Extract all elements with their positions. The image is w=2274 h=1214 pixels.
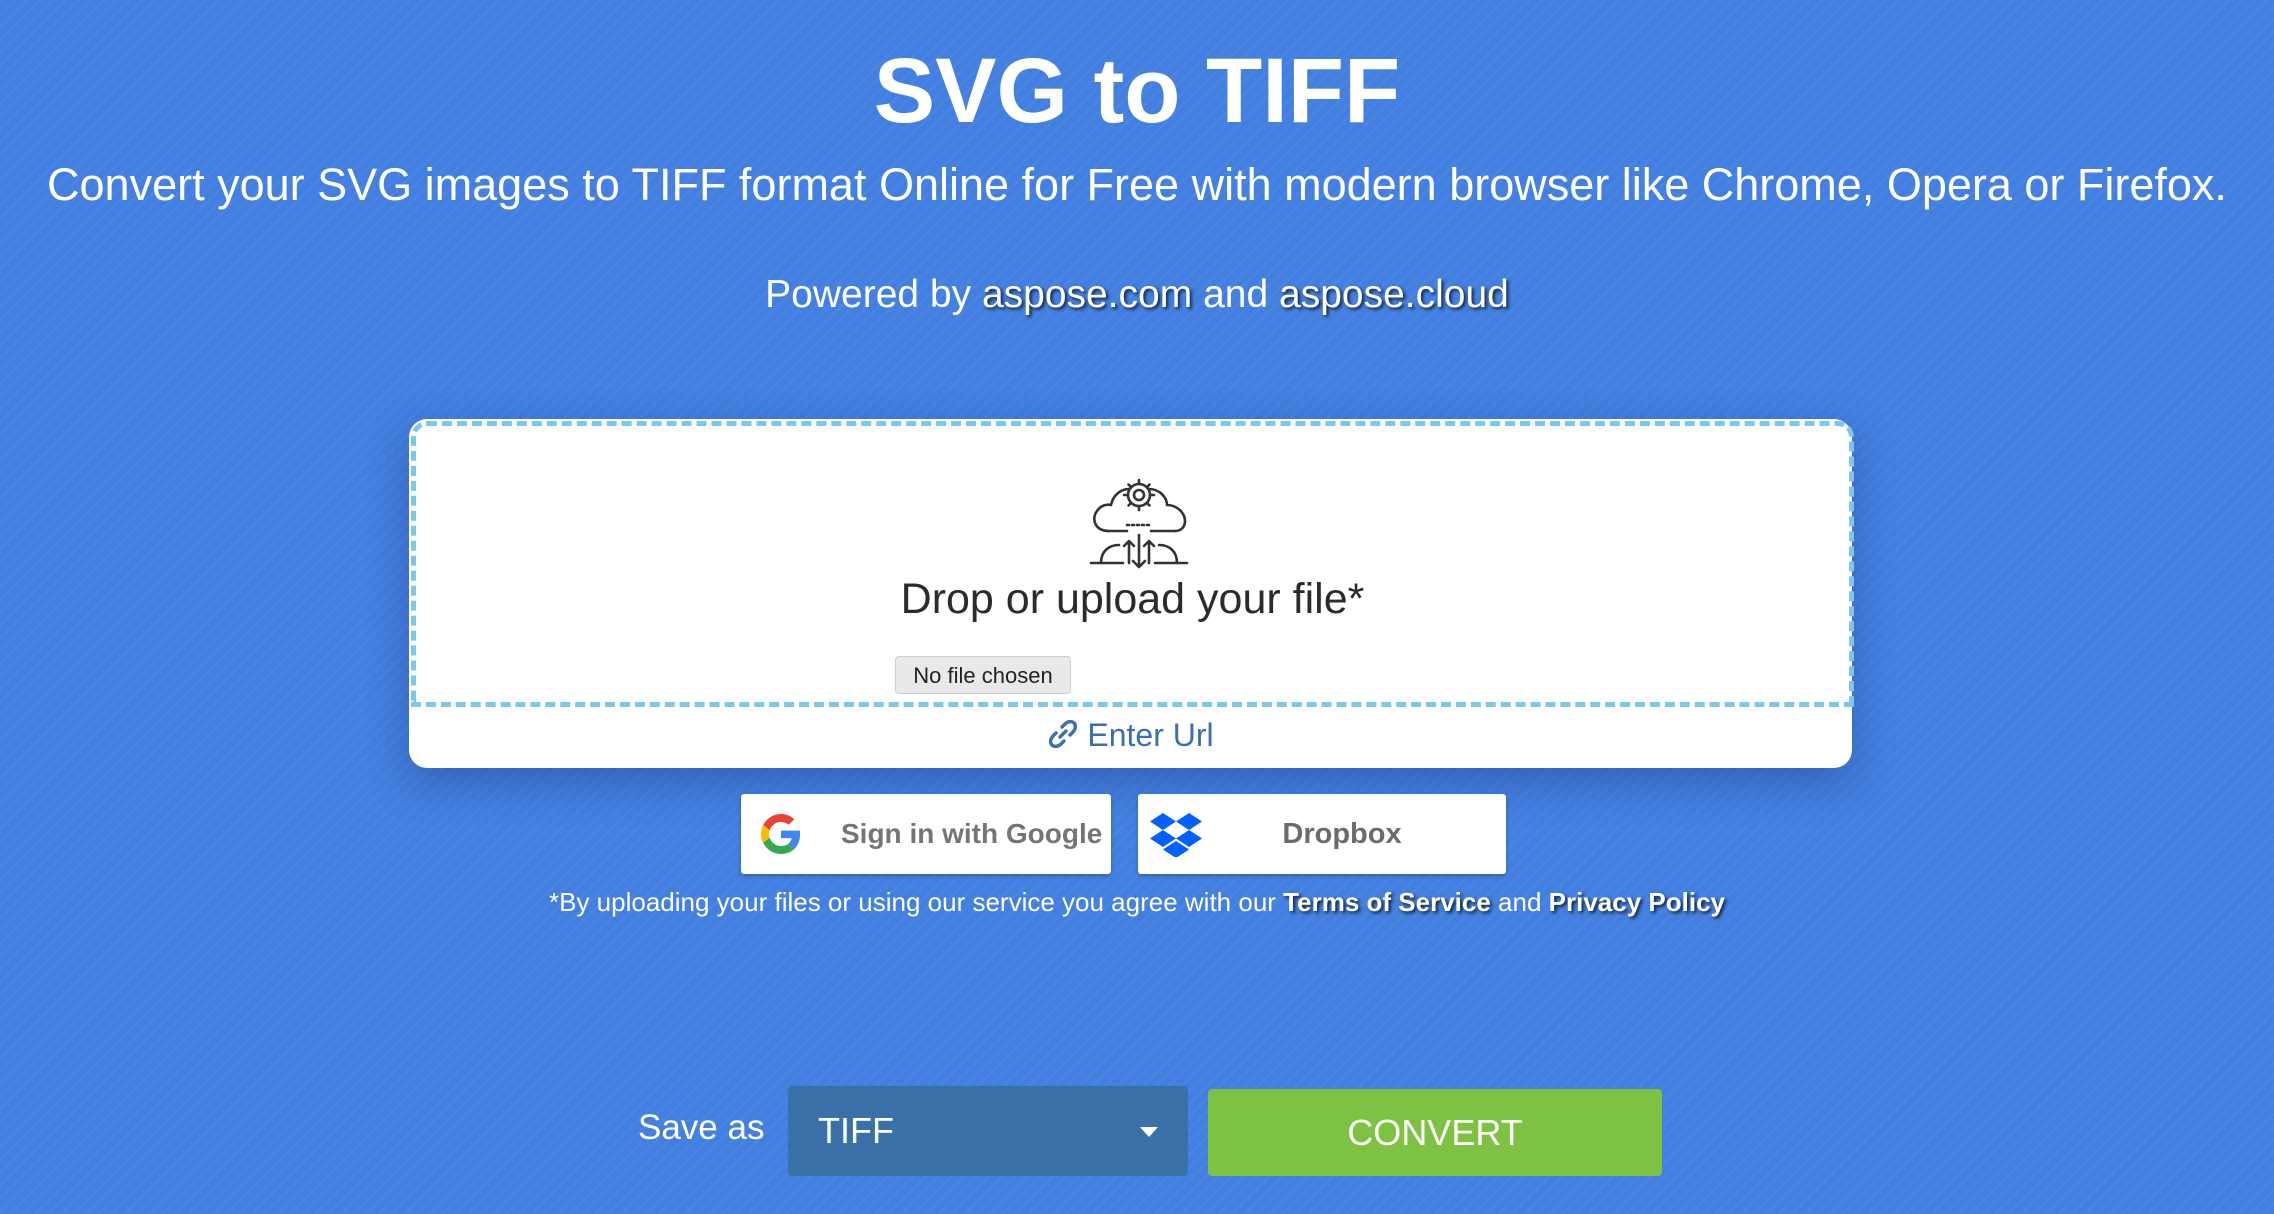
page-title: SVG to TIFF <box>873 40 1401 142</box>
page-subtitle: Convert your SVG images to TIFF format O… <box>47 159 2227 210</box>
aspose-cloud-link[interactable]: aspose.cloud <box>1279 273 1509 316</box>
powered-by: Powered by aspose.com and aspose.cloud <box>0 270 2274 320</box>
convert-button[interactable]: CONVERT <box>1208 1089 1662 1176</box>
enter-url-link[interactable]: Enter Url <box>409 710 1852 760</box>
drop-upload-text: Drop or upload your file* <box>900 575 1365 623</box>
dropbox-button[interactable]: Dropbox <box>1138 794 1506 874</box>
save-as-label: Save as <box>638 1108 765 1147</box>
format-select-value: TIFF <box>818 1110 894 1151</box>
choose-file-button[interactable]: No file chosen <box>895 656 1071 694</box>
privacy-policy-link[interactable]: Privacy Policy <box>1549 887 1725 917</box>
dropbox-label: Dropbox <box>1282 818 1402 850</box>
upload-card: Drop or upload your file* No file chosen… <box>409 419 1854 768</box>
google-signin-label: Sign in with Google <box>841 818 1103 849</box>
aspose-com-link[interactable]: aspose.com <box>982 273 1192 316</box>
powered-by-and: and <box>1203 273 1269 316</box>
terms-and: and <box>1498 887 1542 917</box>
terms-notice: *By uploading your files or using our se… <box>0 884 2274 920</box>
google-logo-icon <box>761 814 801 854</box>
google-signin-button[interactable]: Sign in with Google <box>741 794 1111 874</box>
file-dropzone[interactable]: Drop or upload your file* No file chosen <box>411 421 1854 707</box>
cloud-gear-upload-icon <box>1089 478 1189 569</box>
caret-down-icon <box>1140 1127 1158 1137</box>
format-select[interactable]: TIFF <box>788 1086 1188 1176</box>
enter-url-label: Enter Url <box>1087 717 1214 753</box>
powered-by-prefix: Powered by <box>765 273 972 316</box>
link-icon <box>1049 719 1078 749</box>
terms-of-service-link[interactable]: Terms of Service <box>1283 887 1491 917</box>
terms-prefix: *By uploading your files or using our se… <box>548 887 1276 917</box>
